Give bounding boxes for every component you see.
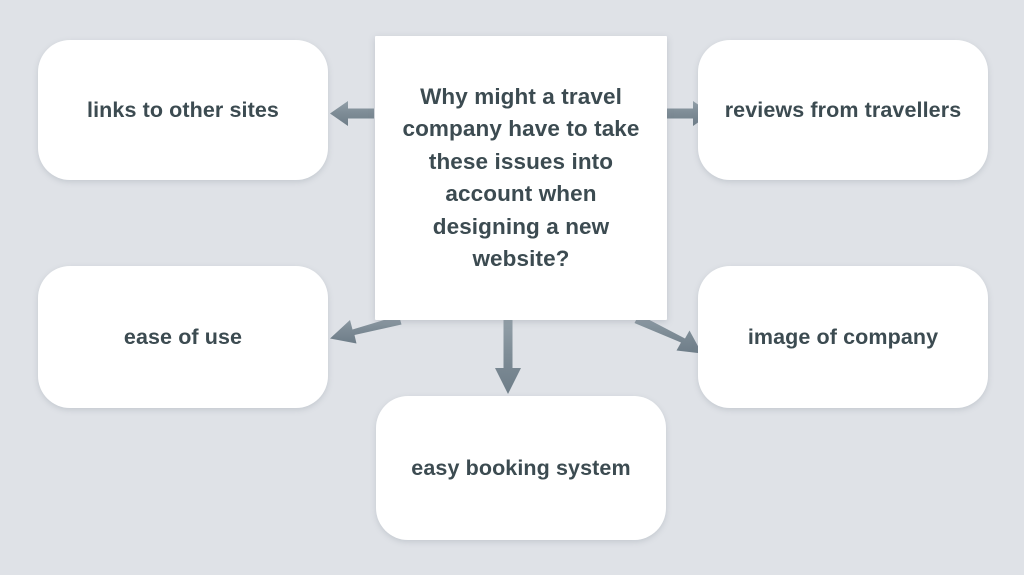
central-question-node[interactable]: Why might a travel company have to take … bbox=[375, 36, 667, 320]
branch-label-links: links to other sites bbox=[87, 97, 279, 122]
branch-node-easy-booking-system[interactable]: easy booking system bbox=[376, 396, 666, 540]
branch-node-links[interactable]: links to other sites bbox=[38, 40, 328, 180]
diagram-canvas: Why might a travel company have to take … bbox=[0, 0, 1024, 575]
arrow-to-links bbox=[330, 101, 374, 126]
branch-label-image-of-company: image of company bbox=[747, 324, 939, 349]
central-question-label: Why might a travel company have to take … bbox=[402, 83, 640, 272]
arrow-to-booking bbox=[495, 320, 521, 394]
branch-node-image-of-company[interactable]: image of company bbox=[698, 266, 988, 408]
branch-label-ease-of-use: ease of use bbox=[123, 324, 243, 349]
branch-label-reviews: reviews from travellers bbox=[724, 97, 962, 122]
branch-node-reviews[interactable]: reviews from travellers bbox=[698, 40, 988, 180]
arrow-to-image bbox=[634, 314, 702, 354]
branch-node-ease-of-use[interactable]: ease of use bbox=[38, 266, 328, 408]
branch-label-easy-booking-system: easy booking system bbox=[411, 455, 631, 480]
